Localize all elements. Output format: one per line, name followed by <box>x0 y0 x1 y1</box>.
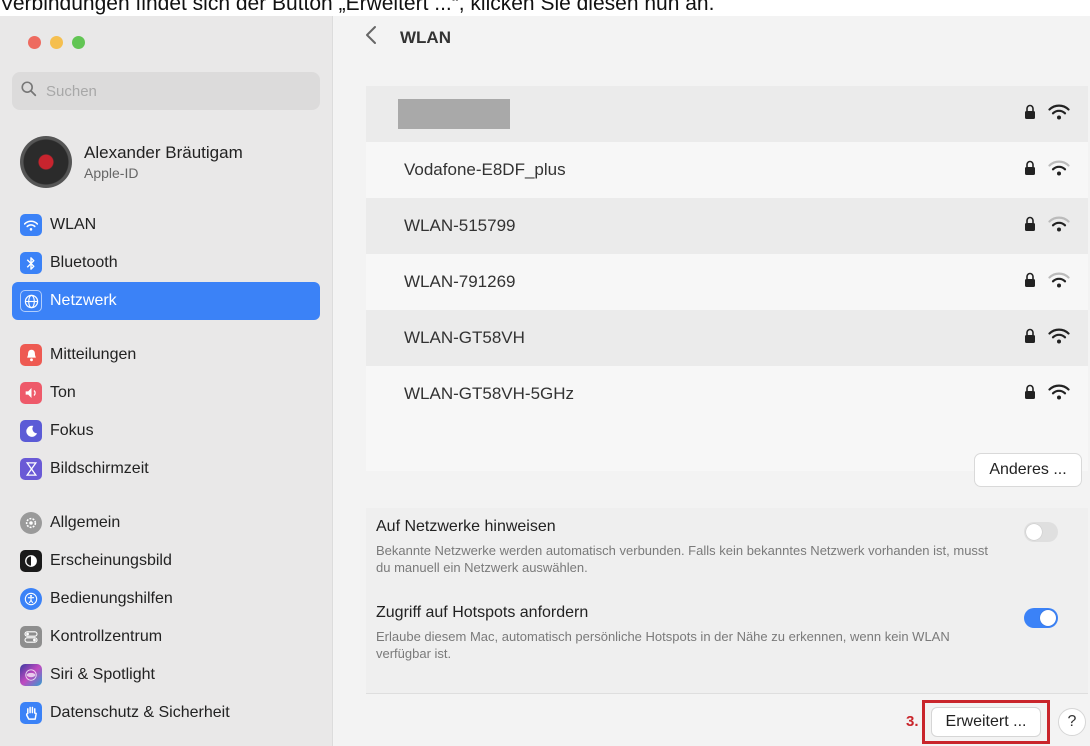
settings-window: Alexander Bräutigam Apple-ID WLAN Blueto… <box>0 16 1090 746</box>
setting-title: Auf Netzwerke hinweisen <box>376 518 556 535</box>
network-list: Vodafone-E8DF_plus WLAN-515799 WLAN-7912… <box>366 86 1088 471</box>
sidebar-item-label: Kontrollzentrum <box>50 628 163 645</box>
back-chevron-icon[interactable] <box>364 24 386 52</box>
bell-icon <box>20 344 42 366</box>
ask-to-join-setting: Auf Netzwerke hinweisen Bekannte Netzwer… <box>376 518 1076 576</box>
sidebar-item-label: Bildschirmzeit <box>50 460 149 477</box>
gear-icon <box>20 512 42 534</box>
other-network-button[interactable]: Anderes ... <box>974 453 1082 487</box>
lock-icon <box>1024 160 1036 176</box>
lock-icon <box>1024 384 1036 400</box>
speaker-icon <box>20 382 42 404</box>
apple-id-account[interactable]: Alexander Bräutigam Apple-ID <box>20 130 320 194</box>
network-row[interactable] <box>366 86 1088 142</box>
setting-description: Bekannte Netzwerke werden automatisch ve… <box>376 543 989 575</box>
sidebar-item-bedienungshilfen[interactable]: Bedienungshilfen <box>12 580 320 618</box>
search-icon <box>20 80 42 102</box>
instruction-caption: Verbindungen findet sich der Button „Erw… <box>0 0 715 15</box>
network-row[interactable]: WLAN-GT58VH-5GHz <box>366 366 1088 422</box>
help-button[interactable]: ? <box>1058 708 1086 736</box>
wifi-signal-icon <box>1048 272 1070 288</box>
search-input[interactable] <box>46 82 286 100</box>
lock-icon <box>1024 272 1036 288</box>
advanced-button[interactable]: Erweitert ... <box>931 707 1041 737</box>
lock-icon <box>1024 328 1036 344</box>
siri-icon <box>20 664 42 686</box>
sidebar-item-label: Datenschutz & Sicherheit <box>50 704 230 721</box>
sidebar-item-bluetooth[interactable]: Bluetooth <box>12 244 320 282</box>
toggles-icon <box>20 626 42 648</box>
toolbar: WLAN <box>334 16 1090 60</box>
hand-icon <box>20 702 42 724</box>
sidebar-item-label: Allgemein <box>50 514 121 531</box>
sidebar-item-allgemein[interactable]: Allgemein <box>12 504 320 542</box>
wifi-icon <box>20 214 42 236</box>
hotspot-setting: Zugriff auf Hotspots anfordern Erlaube d… <box>376 604 1076 662</box>
close-window-button[interactable] <box>28 36 41 49</box>
advanced-button-highlight: Erweitert ... <box>922 700 1050 744</box>
sidebar-item-label: Mitteilungen <box>50 346 137 363</box>
sidebar-item-label: Erscheinungsbild <box>50 552 172 569</box>
sidebar-item-label: Bedienungshilfen <box>50 590 173 607</box>
lock-icon <box>1024 104 1036 120</box>
moon-icon <box>20 420 42 442</box>
minimize-window-button[interactable] <box>50 36 63 49</box>
network-name: WLAN-515799 <box>404 216 516 235</box>
network-row[interactable]: WLAN-515799 <box>366 198 1088 254</box>
sidebar-item-kontrollzentrum[interactable]: Kontrollzentrum <box>12 618 320 656</box>
setting-description: Erlaube diesem Mac, automatisch persönli… <box>376 629 950 661</box>
network-name: WLAN-GT58VH-5GHz <box>404 384 575 403</box>
zoom-window-button[interactable] <box>72 36 85 49</box>
sidebar-item-label: Bluetooth <box>50 254 118 271</box>
setting-title: Zugriff auf Hotspots anfordern <box>376 604 589 621</box>
sidebar-item-mitteilungen[interactable]: Mitteilungen <box>12 336 320 374</box>
sidebar-item-label: Fokus <box>50 422 94 439</box>
sidebar-item-label: WLAN <box>50 216 97 233</box>
sidebar-item-label: Netzwerk <box>50 292 117 309</box>
page-title: WLAN <box>400 28 451 47</box>
sidebar-item-bildschirmzeit[interactable]: Bildschirmzeit <box>12 450 320 488</box>
bluetooth-icon <box>20 252 42 274</box>
wlan-settings-panel: Auf Netzwerke hinweisen Bekannte Netzwer… <box>366 508 1088 694</box>
network-row[interactable]: WLAN-791269 <box>366 254 1088 310</box>
sidebar-item-erscheinungsbild[interactable]: Erscheinungsbild <box>12 542 320 580</box>
lock-icon <box>1024 216 1036 232</box>
sidebar-item-wlan[interactable]: WLAN <box>12 206 320 244</box>
wifi-signal-icon <box>1048 160 1070 176</box>
sidebar-item-siri-spotlight[interactable]: Siri & Spotlight <box>12 656 320 694</box>
avatar <box>20 136 72 188</box>
sidebar-item-netzwerk[interactable]: Netzwerk <box>12 282 320 320</box>
sidebar-item-label: Siri & Spotlight <box>50 666 155 683</box>
wifi-signal-icon <box>1048 384 1070 400</box>
step-number-label: 3. <box>906 713 919 730</box>
window-controls <box>28 36 85 49</box>
sidebar-list: WLAN Bluetooth Netzwerk Mitteilungen Ton… <box>12 206 320 732</box>
sidebar: Alexander Bräutigam Apple-ID WLAN Blueto… <box>0 16 333 746</box>
sidebar-item-ton[interactable]: Ton <box>12 374 320 412</box>
hotspot-toggle[interactable] <box>1024 608 1058 628</box>
user-subtitle: Apple-ID <box>84 165 139 181</box>
network-row[interactable]: WLAN-GT58VH <box>366 310 1088 366</box>
sidebar-item-fokus[interactable]: Fokus <box>12 412 320 450</box>
redacted-network-name <box>398 99 510 129</box>
hourglass-icon <box>20 458 42 480</box>
network-row[interactable]: Vodafone-E8DF_plus <box>366 142 1088 198</box>
wifi-signal-icon <box>1048 328 1070 344</box>
network-name: WLAN-791269 <box>404 272 516 291</box>
sidebar-item-datenschutz[interactable]: Datenschutz & Sicherheit <box>12 694 320 732</box>
user-name: Alexander Bräutigam <box>84 143 243 162</box>
network-name: WLAN-GT58VH <box>404 328 525 347</box>
wifi-signal-icon <box>1048 104 1070 120</box>
network-name: Vodafone-E8DF_plus <box>404 160 566 179</box>
ask-to-join-toggle[interactable] <box>1024 522 1058 542</box>
sidebar-item-label: Ton <box>50 384 76 401</box>
main-content: WLAN Vodafone-E8DF_plus WLAN-515799 WLAN… <box>334 16 1090 746</box>
globe-icon <box>20 290 42 312</box>
search-box[interactable] <box>12 72 320 110</box>
accessibility-icon <box>20 588 42 610</box>
appearance-icon <box>20 550 42 572</box>
wifi-signal-icon <box>1048 216 1070 232</box>
